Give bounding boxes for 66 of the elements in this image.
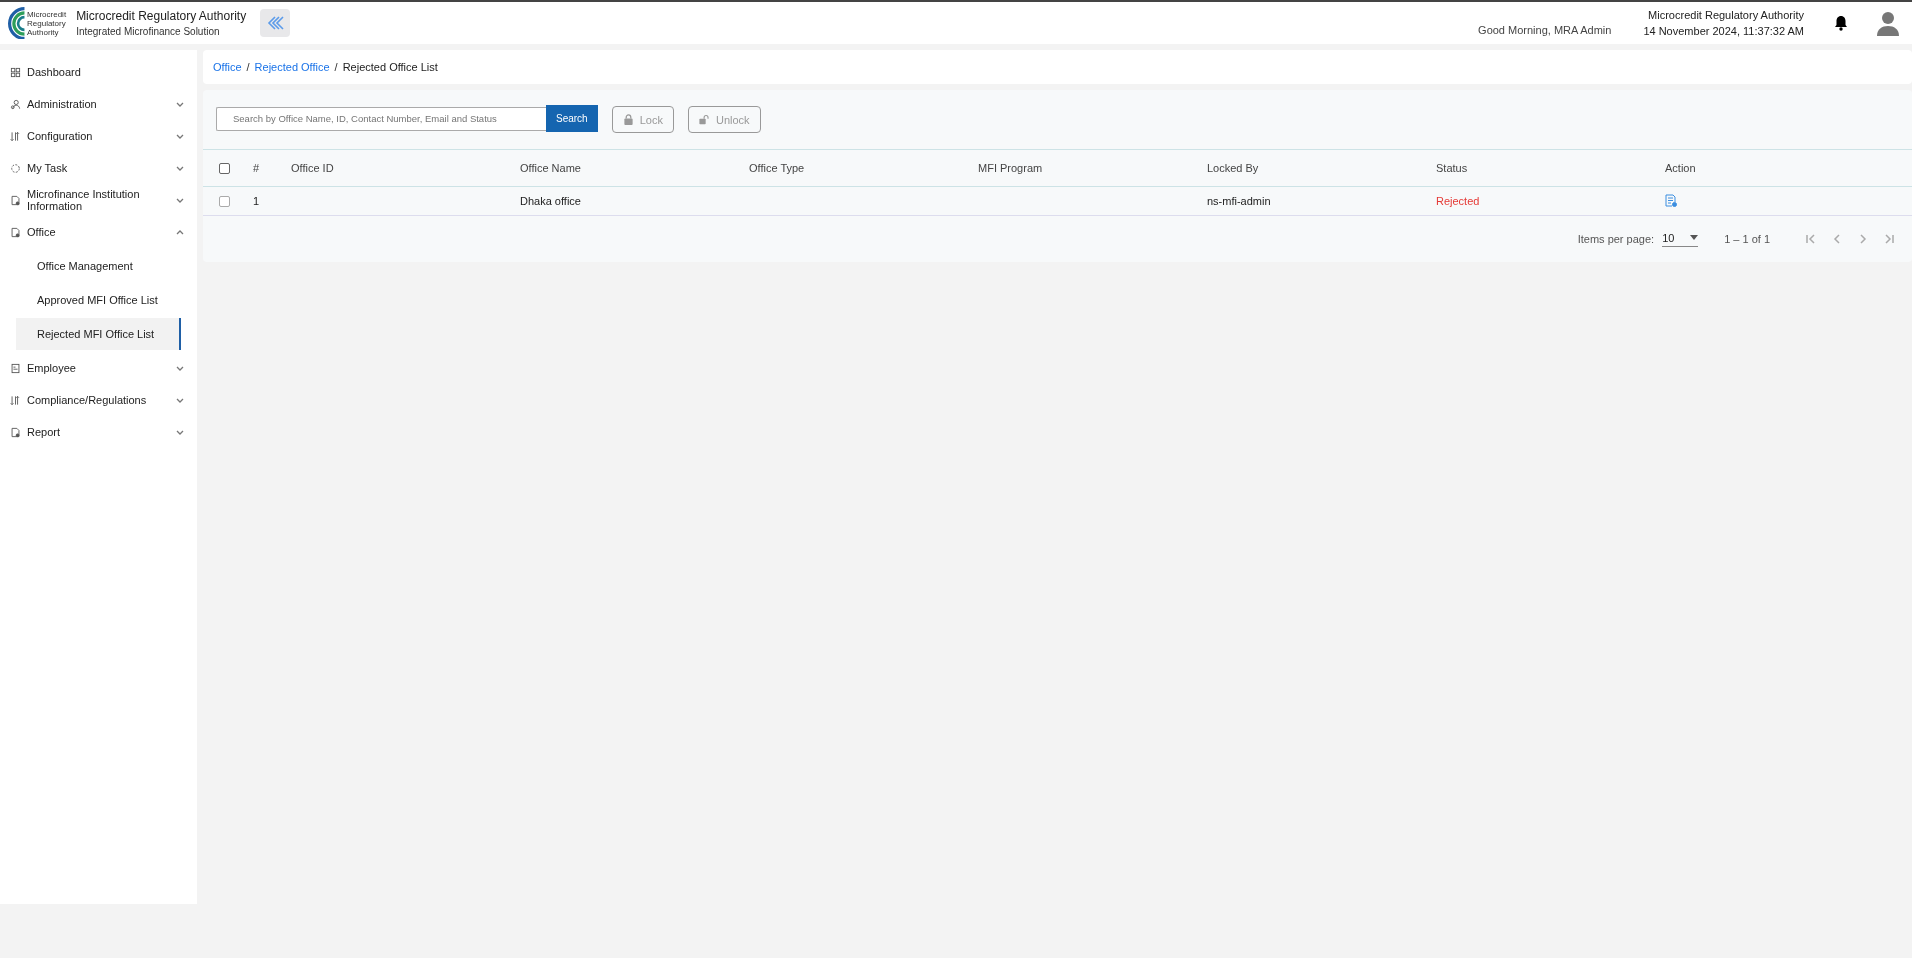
column-header: Office Type [749, 162, 805, 174]
grid-icon [10, 66, 21, 78]
column-header: Action [1665, 162, 1696, 174]
column-header: Status [1436, 162, 1468, 174]
breadcrumb-separator: / [246, 61, 250, 73]
app-subtitle: Integrated Microfinance Solution [76, 26, 221, 37]
column-header: # [253, 162, 260, 174]
column-header: Locked By [1207, 162, 1259, 174]
items-per-page-label: Items per page: [1577, 233, 1655, 245]
org-name: Microcredit Regulatory Authority [1648, 9, 1804, 21]
last-page-icon [1883, 233, 1895, 245]
sidebar-item[interactable]: Administration [0, 88, 197, 120]
sidebar-subitem[interactable]: Office Management [16, 250, 181, 282]
table-cell: Dhaka office [520, 195, 581, 207]
notification-bell-icon[interactable] [1834, 15, 1848, 31]
document-icon [10, 426, 21, 438]
column-header: MFI Program [978, 162, 1043, 174]
logo-rings-icon [8, 7, 25, 39]
breadcrumb-current: Rejected Office List [342, 61, 438, 73]
sidebar-item[interactable]: Configuration [0, 120, 197, 152]
sort-icon [10, 394, 21, 406]
logo-text: Microcredit [27, 9, 67, 19]
table-cell: ns-mfi-admin [1207, 195, 1271, 207]
breadcrumb-link[interactable]: Rejected Office [254, 61, 330, 73]
double-chevron-left-icon [266, 15, 285, 31]
sidebar-item[interactable]: Dashboard [0, 56, 197, 88]
table-cell: 1 [253, 195, 260, 207]
search-button[interactable]: Search [546, 105, 598, 133]
unlock-icon [698, 114, 710, 125]
user-avatar-icon[interactable] [1876, 10, 1900, 36]
collapse-sidebar-button[interactable] [260, 9, 291, 37]
badge-icon [10, 362, 21, 374]
select-all-checkbox[interactable] [219, 163, 230, 175]
row-checkbox[interactable] [219, 196, 230, 208]
sidebar-item[interactable]: My Task [0, 152, 197, 184]
sidebar-item[interactable]: Report [0, 416, 197, 448]
sidebar-subitem[interactable]: Approved MFI Office List [16, 284, 181, 316]
breadcrumb-link[interactable]: Office [213, 61, 242, 73]
greeting-text: Good Morning, MRA Admin [1478, 24, 1612, 36]
users-icon [10, 98, 21, 110]
lock-icon [622, 114, 634, 125]
dropdown-caret-icon [1690, 235, 1699, 240]
date-time: 14 November 2024, 11:37:32 AM [1643, 25, 1804, 37]
logo-text: Regulatory [27, 18, 67, 28]
document-icon [10, 226, 21, 238]
view-document-icon[interactable] [1665, 193, 1677, 207]
org-name: Microcredit Regulatory Authority [76, 9, 247, 23]
page-range: 1 – 1 of 1 [1724, 233, 1770, 245]
breadcrumb-separator: / [334, 61, 338, 73]
status-text: Rejected [1436, 195, 1480, 207]
page-size-select[interactable]: 10 [1662, 231, 1699, 247]
circle-icon [10, 162, 21, 174]
column-header: Office Name [520, 162, 581, 174]
sidebar-item[interactable]: Employee [0, 352, 197, 384]
document-icon [10, 194, 21, 206]
sidebar-item[interactable]: Compliance/Regulations [0, 384, 197, 416]
sidebar-subitem[interactable]: Rejected MFI Office List [16, 318, 181, 350]
sort-icon [10, 130, 21, 142]
sidebar-item[interactable]: Microfinance Institution Information [0, 184, 197, 216]
sidebar-item[interactable]: Office [0, 216, 197, 248]
column-header: Office ID [291, 162, 334, 174]
first-page-icon [1805, 233, 1817, 245]
search-field[interactable]: Search by Office Name, ID, Contact Number, Email and Status [216, 106, 546, 131]
chevron-left-icon [1831, 233, 1843, 245]
logo-text: Authority [27, 27, 59, 37]
chevron-right-icon [1857, 233, 1869, 245]
